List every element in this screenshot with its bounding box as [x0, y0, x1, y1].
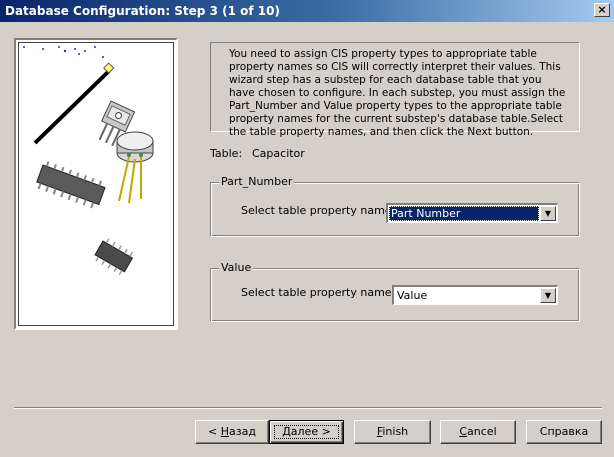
value-caption: Select table property name [241, 286, 392, 299]
finish-button[interactable]: Finish [354, 420, 431, 444]
window-title: Database Configuration: Step 3 (1 of 10) [5, 4, 280, 18]
part-number-caption: Select table property name [241, 204, 392, 217]
part-number-group: Part_Number Select table property name P… [210, 175, 580, 237]
table-name: Capacitor [252, 147, 305, 160]
part-number-legend: Part_Number [219, 175, 295, 188]
part-number-select[interactable]: Part Number ▼ [386, 203, 558, 223]
cancel-button[interactable]: Cancel [440, 420, 516, 444]
next-button[interactable]: Далее > [269, 420, 344, 444]
close-button[interactable]: × [594, 3, 610, 17]
value-legend: Value [219, 261, 254, 274]
back-button-prefix: < [208, 425, 221, 438]
instructions-box: You need to assign CIS property types to… [210, 42, 580, 138]
button-separator [14, 407, 602, 409]
focus-indicator [274, 425, 339, 439]
back-button-accel: Н [220, 425, 230, 438]
value-select[interactable]: Value ▼ [392, 285, 558, 305]
part-number-select-value: Part Number [389, 206, 539, 221]
back-button-label: азад [229, 425, 256, 438]
cancel-button-accel: C [459, 425, 468, 438]
window-titlebar: Database Configuration: Step 3 (1 of 10)… [0, 0, 614, 22]
cancel-button-label: ancel [467, 425, 497, 438]
chevron-down-icon[interactable]: ▼ [540, 206, 556, 221]
table-label: Table: [210, 147, 243, 160]
instructions-text: You need to assign CIS property types to… [229, 48, 566, 138]
help-button[interactable]: Справка [526, 420, 602, 444]
finish-button-label: inish [382, 425, 409, 438]
close-icon: × [597, 3, 607, 16]
electronic-components-illustration [23, 46, 154, 276]
value-group: Value Select table property name Value ▼ [210, 261, 580, 322]
help-button-label: Справка [539, 425, 589, 438]
chevron-down-icon[interactable]: ▼ [540, 288, 556, 303]
back-button[interactable]: < Назад [195, 420, 269, 444]
wizard-illustration-panel [14, 38, 178, 330]
value-select-value: Value [397, 289, 428, 302]
